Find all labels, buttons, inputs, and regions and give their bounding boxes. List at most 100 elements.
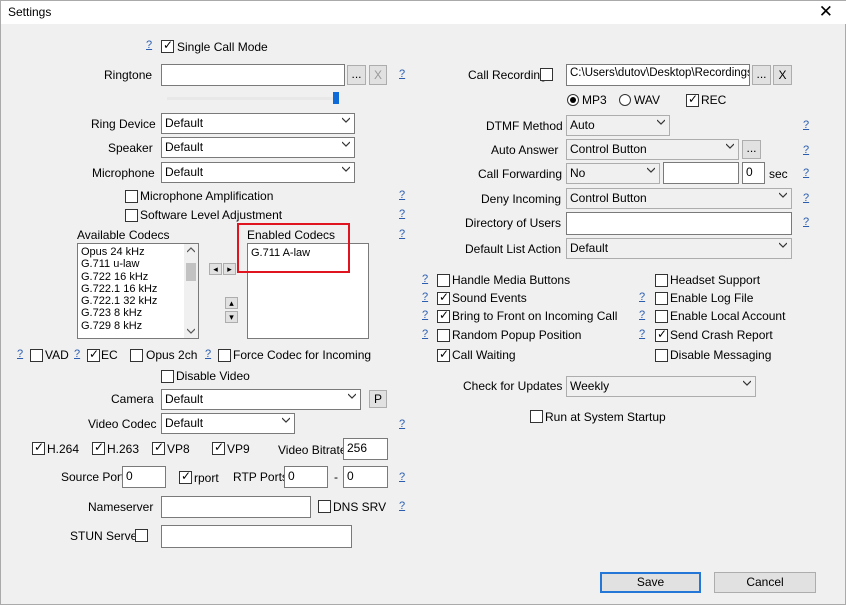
- list-item[interactable]: G.711 u-law: [78, 258, 198, 270]
- move-up-button[interactable]: ▴: [225, 297, 238, 309]
- rtp-port-from-input[interactable]: 0: [284, 466, 328, 488]
- force-codec-checkbox[interactable]: [218, 349, 231, 362]
- recordings-browse-button[interactable]: ...: [752, 65, 771, 85]
- run-at-startup-checkbox[interactable]: [530, 410, 543, 423]
- dtmf-method-select[interactable]: Auto: [566, 115, 670, 136]
- move-down-button[interactable]: ▾: [225, 311, 238, 323]
- help-link-random-popup[interactable]: ?: [422, 328, 428, 340]
- save-button[interactable]: Save: [600, 572, 701, 593]
- video-codec-select[interactable]: Default: [161, 413, 295, 434]
- ringtone-clear-button[interactable]: X: [369, 65, 387, 85]
- list-item[interactable]: G.722.1 32 kHz: [78, 295, 198, 307]
- directory-of-users-input[interactable]: [566, 212, 792, 235]
- call-forwarding-target-input[interactable]: [663, 162, 739, 184]
- rtp-port-to-input[interactable]: 0: [343, 466, 388, 488]
- help-link-bring-to-front[interactable]: ?: [422, 309, 428, 321]
- h264-checkbox[interactable]: [32, 440, 45, 455]
- chevron-down-icon[interactable]: [187, 328, 195, 334]
- ringtone-browse-button[interactable]: ...: [347, 65, 366, 85]
- help-link-mic-amplification[interactable]: ?: [399, 189, 405, 201]
- microphone-select[interactable]: Default: [161, 162, 355, 183]
- enable-local-account-checkbox[interactable]: [655, 310, 668, 323]
- auto-answer-more-button[interactable]: ...: [742, 140, 761, 159]
- help-link-crash-report[interactable]: ?: [639, 328, 645, 340]
- help-link-log-file[interactable]: ?: [639, 291, 645, 303]
- mic-amplification-checkbox[interactable]: [125, 190, 138, 203]
- help-link-dns-srv[interactable]: ?: [399, 500, 405, 512]
- cancel-button[interactable]: Cancel: [714, 572, 816, 593]
- help-link-media-buttons[interactable]: ?: [422, 273, 428, 285]
- call-forwarding-select[interactable]: No: [566, 163, 660, 184]
- bring-to-front-checkbox[interactable]: [437, 308, 450, 323]
- disable-video-checkbox[interactable]: [161, 370, 174, 383]
- ec-checkbox[interactable]: [87, 347, 100, 362]
- vp8-checkbox[interactable]: [152, 440, 165, 455]
- help-link-codecs[interactable]: ?: [399, 228, 405, 240]
- close-icon[interactable]: ✕: [819, 3, 833, 20]
- auto-answer-select[interactable]: Control Button: [566, 139, 739, 160]
- speaker-select[interactable]: Default: [161, 137, 355, 158]
- call-waiting-checkbox[interactable]: [437, 347, 450, 362]
- list-item[interactable]: G.722 16 kHz: [78, 271, 198, 283]
- vp9-checkbox[interactable]: [212, 440, 225, 455]
- stun-server-checkbox[interactable]: [135, 529, 148, 542]
- ringtone-input[interactable]: [161, 64, 345, 86]
- help-link-local-account[interactable]: ?: [639, 309, 645, 321]
- deny-incoming-select[interactable]: Control Button: [566, 188, 792, 209]
- help-link-single-call[interactable]: ?: [146, 39, 152, 51]
- sound-events-checkbox[interactable]: [437, 290, 450, 305]
- help-link-dtmf[interactable]: ?: [803, 119, 809, 131]
- recordings-path-input[interactable]: C:\Users\dutov\Desktop\Recordings: [566, 64, 750, 86]
- single-call-mode-checkbox[interactable]: [161, 38, 174, 53]
- help-link-ringtone[interactable]: ?: [399, 68, 405, 80]
- help-link-vad[interactable]: ?: [17, 348, 23, 360]
- random-popup-checkbox[interactable]: [437, 329, 450, 342]
- help-link-auto-answer[interactable]: ?: [803, 144, 809, 156]
- list-item[interactable]: G.729 8 kHz: [78, 320, 198, 332]
- dns-srv-checkbox[interactable]: [318, 500, 331, 513]
- move-left-button[interactable]: ◂: [209, 263, 222, 275]
- help-link-call-forwarding[interactable]: ?: [803, 167, 809, 179]
- ring-device-select[interactable]: Default: [161, 113, 355, 134]
- send-crash-report-checkbox[interactable]: [655, 327, 668, 342]
- help-link-deny-incoming[interactable]: ?: [803, 192, 809, 204]
- check-for-updates-select[interactable]: Weekly: [566, 376, 756, 397]
- recordings-clear-button[interactable]: X: [773, 65, 792, 85]
- default-list-action-select[interactable]: Default: [566, 238, 792, 259]
- help-link-sound-events[interactable]: ?: [422, 291, 428, 303]
- available-codecs-scrollbar[interactable]: [184, 244, 198, 338]
- mp3-radio[interactable]: [567, 94, 579, 106]
- rport-checkbox[interactable]: [179, 469, 192, 484]
- ringtone-volume-thumb[interactable]: [333, 92, 339, 104]
- video-bitrate-input[interactable]: 256: [343, 438, 388, 460]
- vad-checkbox[interactable]: [30, 349, 43, 362]
- help-link-software-level[interactable]: ?: [399, 208, 405, 220]
- camera-select[interactable]: Default: [161, 389, 361, 410]
- call-recording-checkbox[interactable]: [540, 68, 553, 81]
- wav-radio[interactable]: [619, 94, 631, 106]
- ringtone-volume-slider[interactable]: [167, 97, 339, 100]
- move-right-button[interactable]: ▸: [223, 263, 236, 275]
- chevron-up-icon[interactable]: [187, 247, 195, 253]
- call-forwarding-seconds-input[interactable]: 0: [742, 162, 765, 184]
- stun-server-input[interactable]: [161, 525, 352, 548]
- rec-checkbox[interactable]: [686, 92, 699, 107]
- source-port-input[interactable]: 0: [122, 466, 166, 488]
- list-item[interactable]: Opus 24 kHz: [78, 246, 198, 258]
- list-item[interactable]: G.722.1 16 kHz: [78, 283, 198, 295]
- help-link-force-codec[interactable]: ?: [205, 348, 211, 360]
- scrollbar-thumb[interactable]: [186, 263, 196, 281]
- software-level-checkbox[interactable]: [125, 209, 138, 222]
- disable-messaging-checkbox[interactable]: [655, 349, 668, 362]
- help-link-ports[interactable]: ?: [399, 471, 405, 483]
- help-link-ec[interactable]: ?: [74, 348, 80, 360]
- enable-log-file-checkbox[interactable]: [655, 292, 668, 305]
- nameserver-input[interactable]: [161, 496, 311, 518]
- help-link-video-codec[interactable]: ?: [399, 418, 405, 430]
- handle-media-buttons-checkbox[interactable]: [437, 274, 450, 287]
- opus-2ch-checkbox[interactable]: [130, 349, 143, 362]
- camera-properties-button[interactable]: P: [369, 390, 387, 408]
- h263-checkbox[interactable]: [92, 440, 105, 455]
- list-item[interactable]: G.723 8 kHz: [78, 307, 198, 319]
- help-link-directory[interactable]: ?: [803, 216, 809, 228]
